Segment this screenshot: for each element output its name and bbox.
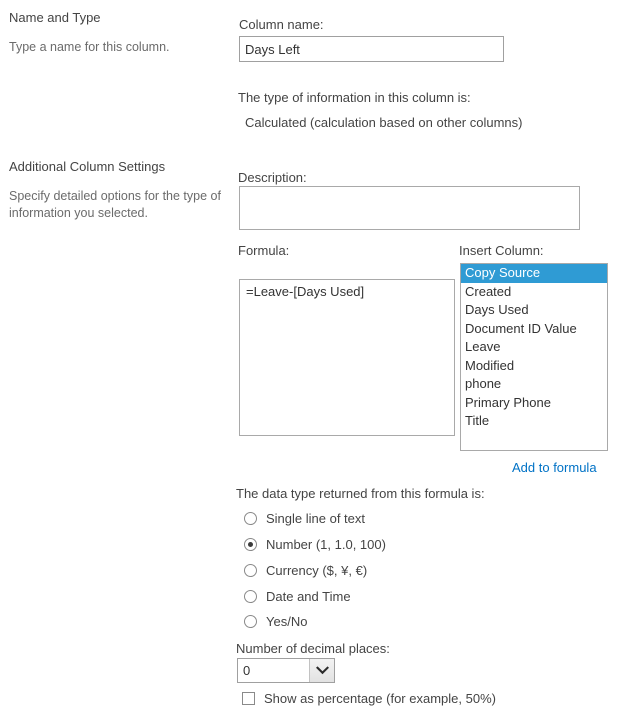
formula-textarea[interactable]: [239, 279, 455, 436]
radio-option-date-and-time[interactable]: Date and Time: [244, 587, 351, 605]
list-item[interactable]: Leave: [461, 338, 607, 357]
column-name-input[interactable]: [239, 36, 504, 62]
insert-column-listbox[interactable]: Copy Source Created Days Used Document I…: [460, 263, 608, 451]
add-to-formula-link[interactable]: Add to formula: [512, 460, 597, 475]
radio-option-yes-no[interactable]: Yes/No: [244, 612, 307, 630]
decimal-places-label: Number of decimal places:: [236, 641, 390, 656]
radio-label: Date and Time: [266, 588, 351, 604]
section-additional-column-settings: Additional Column Settings Specify detai…: [9, 159, 224, 222]
radio-label: Yes/No: [266, 613, 308, 629]
data-type-label: The data type returned from this formula…: [236, 486, 485, 501]
list-item[interactable]: Copy Source: [461, 264, 607, 283]
description-textarea[interactable]: [239, 186, 580, 230]
decimal-places-select[interactable]: 0: [237, 658, 335, 683]
radio-icon[interactable]: [244, 563, 257, 577]
section-title: Name and Type: [9, 10, 101, 25]
formula-label: Formula:: [238, 243, 290, 258]
type-of-information-value: Calculated (calculation based on other c…: [245, 115, 523, 130]
radio-option-single-line-of-text[interactable]: Single line of text: [244, 509, 365, 527]
type-of-information-label: The type of information in this column i…: [238, 90, 471, 105]
list-item[interactable]: Modified: [461, 357, 607, 376]
show-as-percentage-label: Show as percentage (for example, 50%): [264, 690, 496, 706]
section-description: Specify detailed options for the type of…: [9, 189, 221, 220]
description-label: Description:: [238, 170, 307, 185]
list-item[interactable]: Document ID Value: [461, 320, 607, 339]
section-description: Type a name for this column.: [9, 40, 170, 54]
section-title: Additional Column Settings: [9, 159, 166, 174]
chevron-down-icon[interactable]: [309, 659, 334, 682]
checkbox-icon[interactable]: [242, 691, 255, 705]
list-item[interactable]: Primary Phone: [461, 394, 607, 413]
radio-icon-selected[interactable]: [244, 537, 257, 551]
list-item[interactable]: phone: [461, 375, 607, 394]
decimal-places-value: 0: [243, 663, 251, 678]
radio-icon[interactable]: [244, 589, 257, 603]
radio-label: Number (1, 1.0, 100): [266, 536, 386, 552]
insert-column-label: Insert Column:: [459, 243, 544, 258]
radio-icon[interactable]: [244, 511, 257, 525]
column-name-label: Column name:: [239, 17, 324, 32]
column-settings-form: Name and Type Type a name for this colum…: [0, 0, 623, 712]
radio-option-number[interactable]: Number (1, 1.0, 100): [244, 535, 386, 553]
radio-label: Currency ($, ¥, €): [266, 562, 368, 578]
show-as-percentage-row[interactable]: Show as percentage (for example, 50%): [242, 689, 496, 707]
list-item[interactable]: Days Used: [461, 301, 607, 320]
list-item[interactable]: Created: [461, 283, 607, 302]
radio-option-currency[interactable]: Currency ($, ¥, €): [244, 561, 367, 579]
radio-label: Single line of text: [266, 510, 366, 526]
section-name-and-type: Name and Type Type a name for this colum…: [9, 10, 224, 56]
list-item[interactable]: Title: [461, 412, 607, 431]
radio-icon[interactable]: [244, 614, 257, 628]
